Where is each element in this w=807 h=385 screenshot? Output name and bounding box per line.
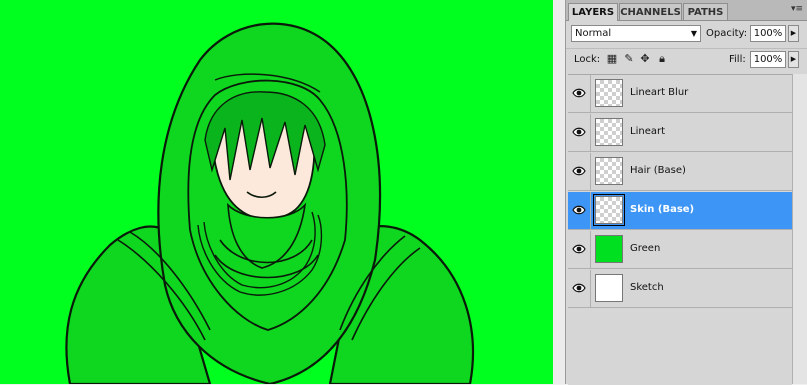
- opacity-field[interactable]: 100%: [750, 25, 786, 42]
- layer-visibility-toggle[interactable]: [568, 153, 591, 190]
- blend-mode-select[interactable]: Normal ▼: [571, 25, 701, 42]
- eye-icon: [572, 283, 586, 293]
- layer-row[interactable]: Lineart Blur: [568, 75, 792, 113]
- layer-row[interactable]: Sketch: [568, 270, 792, 308]
- opacity-label: Opacity:: [706, 28, 748, 39]
- eye-icon: [572, 244, 586, 254]
- eye-icon: [572, 127, 586, 137]
- layer-thumbnail[interactable]: [595, 235, 623, 263]
- lock-image-brush-icon[interactable]: ✎: [623, 53, 635, 65]
- layer-visibility-toggle[interactable]: [568, 231, 591, 268]
- panel-dock-gap: [553, 0, 565, 384]
- layer-row[interactable]: Green: [568, 231, 792, 269]
- layer-name[interactable]: Skin (Base): [630, 203, 694, 217]
- layer-thumbnail[interactable]: [595, 274, 623, 302]
- layer-name[interactable]: Hair (Base): [630, 164, 686, 178]
- layer-name[interactable]: Green: [630, 242, 660, 256]
- layer-visibility-toggle[interactable]: [568, 114, 591, 151]
- tab-layers[interactable]: LAYERS: [568, 3, 618, 21]
- blend-row: Normal ▼ Opacity: 100% ▶: [566, 23, 807, 45]
- layer-visibility-toggle[interactable]: [568, 270, 591, 307]
- layer-thumbnail[interactable]: [595, 157, 623, 185]
- eye-icon: [572, 166, 586, 176]
- fill-label: Fill:: [729, 54, 746, 65]
- panel-tab-bar: LAYERS CHANNELS PATHS ▾≡: [566, 0, 807, 21]
- layer-name[interactable]: Lineart Blur: [630, 86, 688, 100]
- tab-paths[interactable]: PATHS: [683, 3, 728, 20]
- lock-position-move-icon[interactable]: ✥: [639, 53, 651, 65]
- lock-row: Lock: ▦ ✎ ✥ 🔒︎ Fill: 100% ▶: [566, 48, 807, 71]
- hooded-figure-artwork: [0, 0, 553, 384]
- layer-thumbnail[interactable]: [595, 79, 623, 107]
- layer-row[interactable]: Skin (Base): [568, 192, 792, 230]
- eye-icon: [572, 88, 586, 98]
- lock-label: Lock:: [574, 54, 601, 65]
- blend-mode-value: Normal: [575, 28, 612, 39]
- fill-field[interactable]: 100%: [750, 51, 786, 68]
- dropdown-arrow-icon: ▼: [690, 29, 697, 38]
- layer-list: Lineart Blur Lineart Hair (Base) Skin (Base…: [568, 74, 792, 385]
- lock-all-padlock-icon[interactable]: 🔒︎: [656, 53, 668, 65]
- layer-row[interactable]: Hair (Base): [568, 153, 792, 191]
- layers-panel: LAYERS CHANNELS PATHS ▾≡ Normal ▼ Opacit…: [565, 0, 807, 385]
- layer-name[interactable]: Sketch: [630, 281, 664, 295]
- opacity-slider-arrow-icon[interactable]: ▶: [788, 25, 799, 42]
- layer-list-scrollbar[interactable]: [792, 74, 807, 384]
- layer-thumbnail[interactable]: [593, 194, 625, 226]
- layer-thumbnail[interactable]: [595, 118, 623, 146]
- layer-name[interactable]: Lineart: [630, 125, 665, 139]
- layer-visibility-toggle[interactable]: [568, 75, 591, 112]
- panel-menu-icon[interactable]: ▾≡: [791, 4, 803, 14]
- fill-slider-arrow-icon[interactable]: ▶: [788, 51, 799, 68]
- layer-row[interactable]: Lineart: [568, 114, 792, 152]
- eye-icon: [572, 205, 586, 215]
- layer-visibility-toggle[interactable]: [568, 192, 591, 229]
- document-canvas[interactable]: [0, 0, 553, 384]
- tab-channels[interactable]: CHANNELS: [619, 3, 682, 20]
- lock-transparency-icon[interactable]: ▦: [606, 53, 618, 65]
